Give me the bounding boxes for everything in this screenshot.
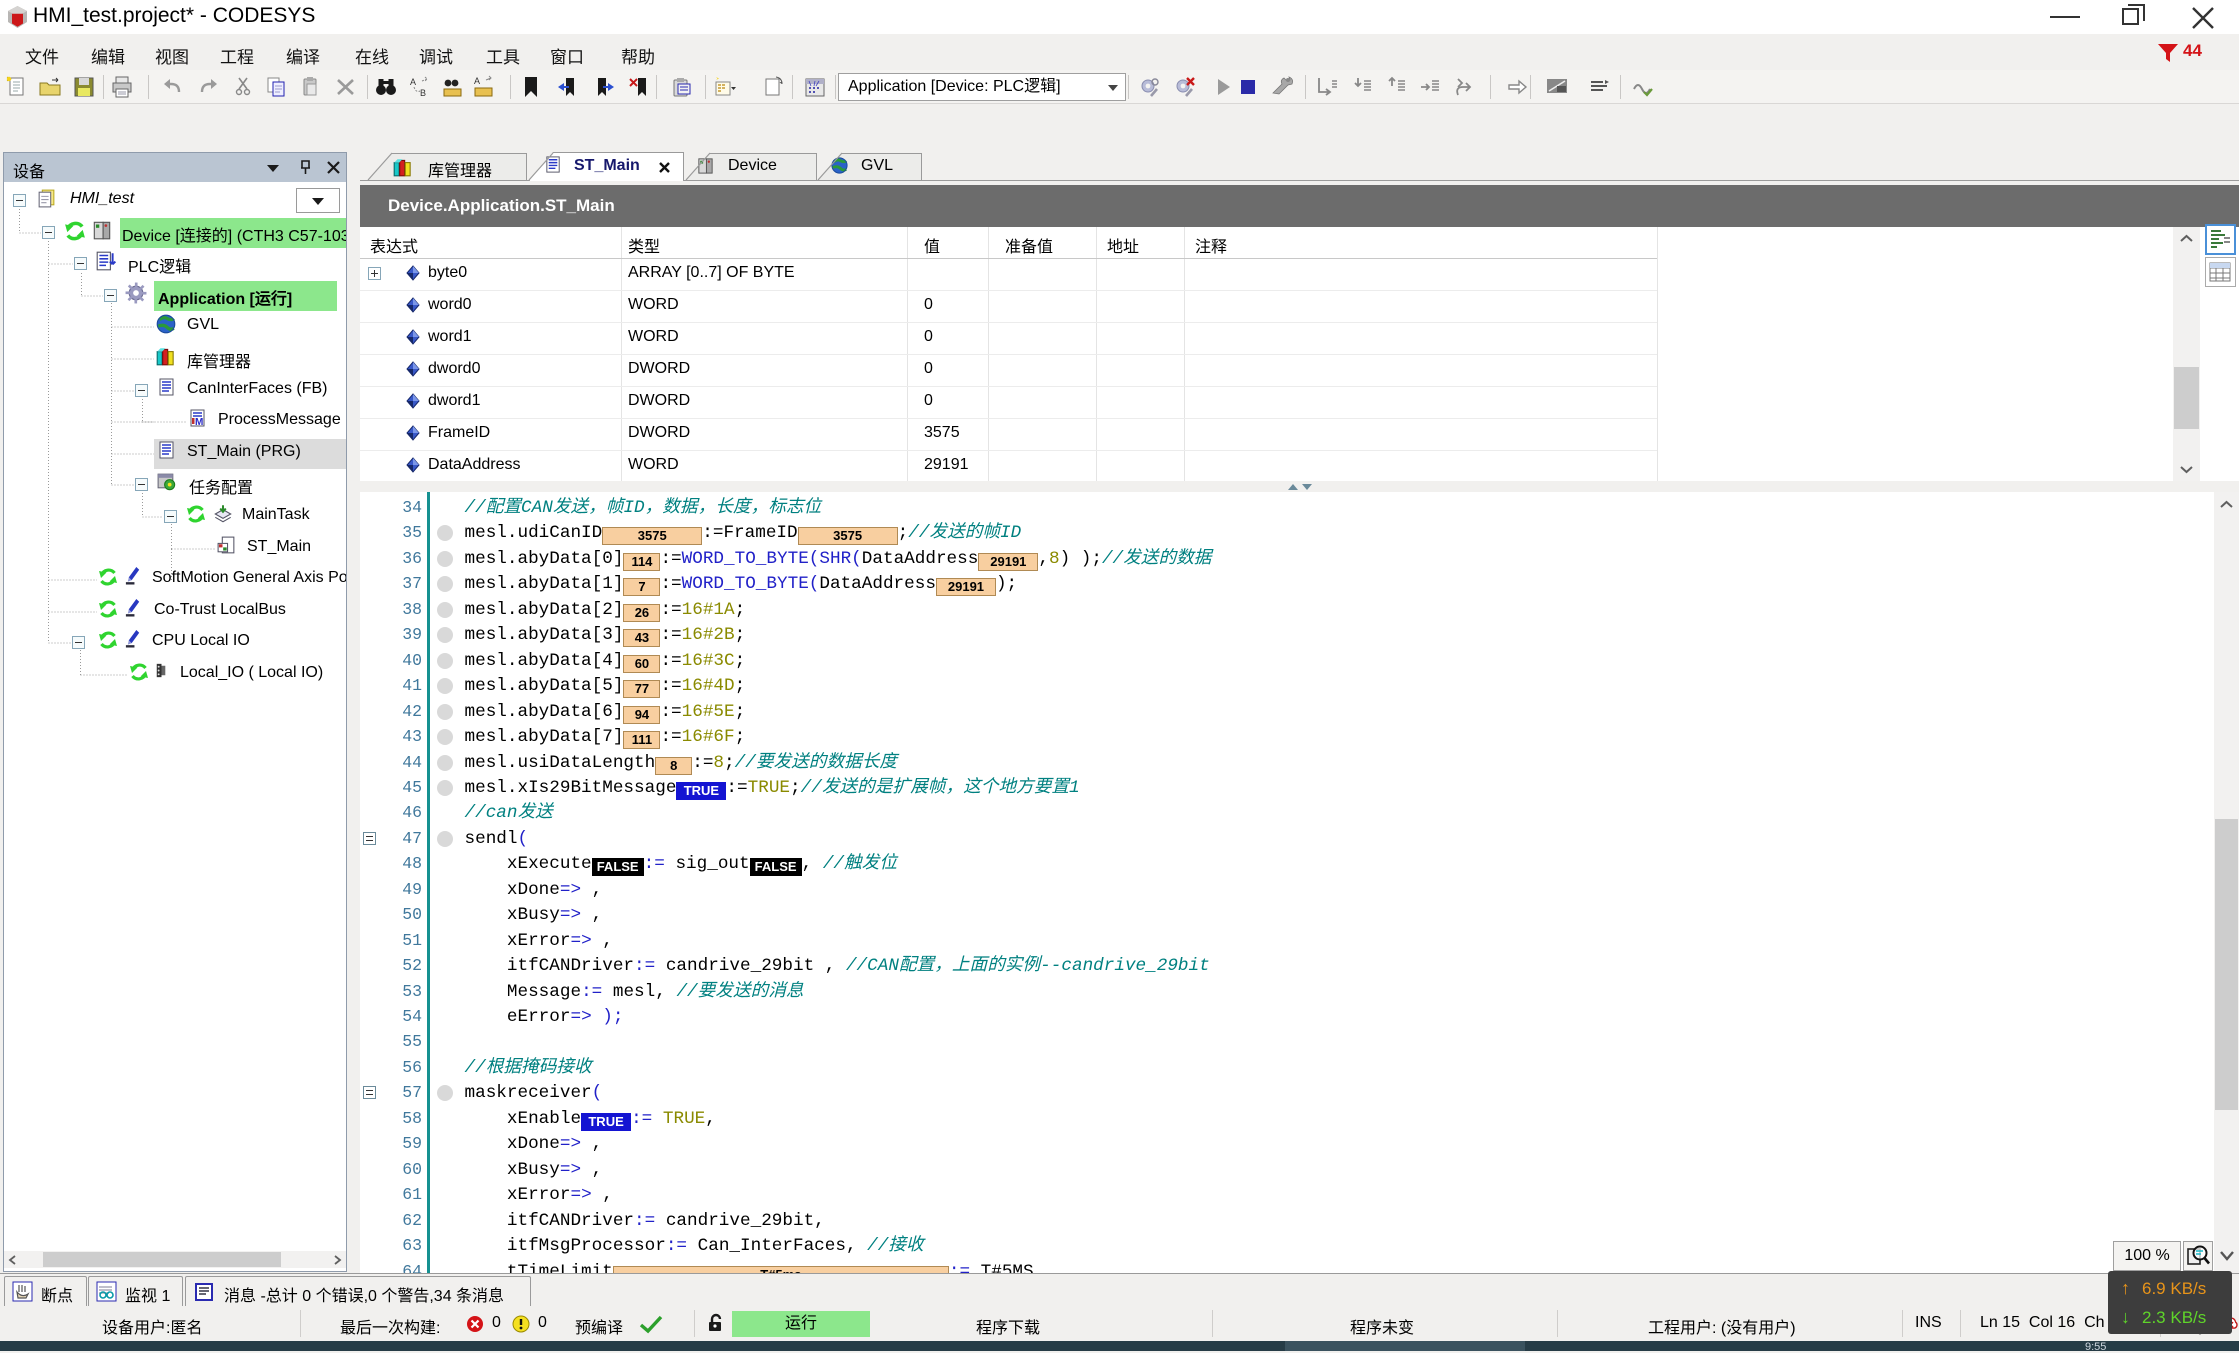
- svg-text:M: M: [195, 417, 203, 428]
- svg-text:B: B: [420, 88, 426, 98]
- svg-text:A: A: [474, 76, 480, 86]
- svg-text:A: A: [410, 77, 416, 87]
